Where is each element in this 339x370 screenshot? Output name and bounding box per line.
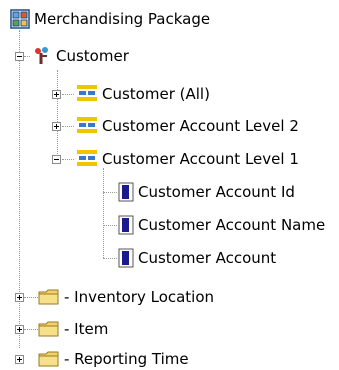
expand-toggle[interactable]: [15, 293, 24, 302]
tree-connector: [24, 329, 38, 330]
tree-item-label: Customer Account Id: [138, 183, 295, 201]
folder-icon: [38, 351, 59, 367]
tree-item-label: Customer Account: [138, 249, 277, 267]
folder-icon: [38, 321, 59, 337]
tree-connector: [62, 94, 74, 95]
dimension-icon: [35, 47, 48, 64]
tree-item-label: Customer (All): [102, 85, 210, 103]
tree-item-label: - Reporting Time: [64, 350, 189, 368]
tree-connector: [103, 225, 117, 226]
expand-toggle[interactable]: [52, 122, 61, 131]
expand-toggle[interactable]: [52, 90, 61, 99]
package-icon: [10, 9, 30, 29]
tree-item-merchandising-package[interactable]: Merchandising Package: [10, 8, 210, 30]
tree-item-item[interactable]: - Item: [38, 318, 108, 340]
tree-item-label: Customer Account Level 1: [102, 150, 299, 168]
tree-item-customer-account[interactable]: Customer Account: [118, 247, 276, 269]
tree-item-label: Merchandising Package: [34, 10, 211, 28]
hierarchy-icon: [77, 150, 97, 166]
collapse-toggle[interactable]: [52, 155, 61, 164]
collapse-toggle[interactable]: [15, 52, 24, 61]
attribute-icon: [118, 248, 134, 268]
tree-item-label: Customer Account Level 2: [102, 117, 299, 135]
tree-connector: [24, 56, 30, 57]
tree-item-label: - Item: [64, 320, 109, 338]
tree-connector: [57, 70, 58, 160]
tree-item-label: Customer: [56, 47, 129, 65]
tree-item-customer-account-level-2[interactable]: Customer Account Level 2: [76, 115, 299, 137]
expand-toggle[interactable]: [15, 325, 24, 334]
tree-connector: [103, 168, 104, 258]
tree-item-customer-account-id[interactable]: Customer Account Id: [118, 181, 295, 203]
tree-connector: [103, 192, 117, 193]
tree-item-customer-account-level-1[interactable]: Customer Account Level 1: [76, 148, 299, 170]
tree-connector: [62, 159, 74, 160]
tree-item-reporting-time[interactable]: - Reporting Time: [38, 348, 189, 370]
tree-item-label: - Inventory Location: [64, 288, 215, 306]
attribute-icon: [118, 215, 134, 235]
folder-icon: [38, 289, 59, 305]
tree-connector: [103, 258, 117, 259]
tree-item-label: Customer Account Name: [138, 216, 326, 234]
tree-item-inventory-location[interactable]: - Inventory Location: [38, 286, 214, 308]
tree-connector: [24, 297, 38, 298]
tree-item-customer[interactable]: Customer: [32, 45, 129, 67]
tree-item-customer-all[interactable]: Customer (All): [76, 83, 210, 105]
tree-item-customer-account-name[interactable]: Customer Account Name: [118, 214, 325, 236]
hierarchy-icon: [77, 117, 97, 133]
tree-connector: [62, 126, 74, 127]
hierarchy-icon: [77, 85, 97, 101]
attribute-icon: [118, 182, 134, 202]
